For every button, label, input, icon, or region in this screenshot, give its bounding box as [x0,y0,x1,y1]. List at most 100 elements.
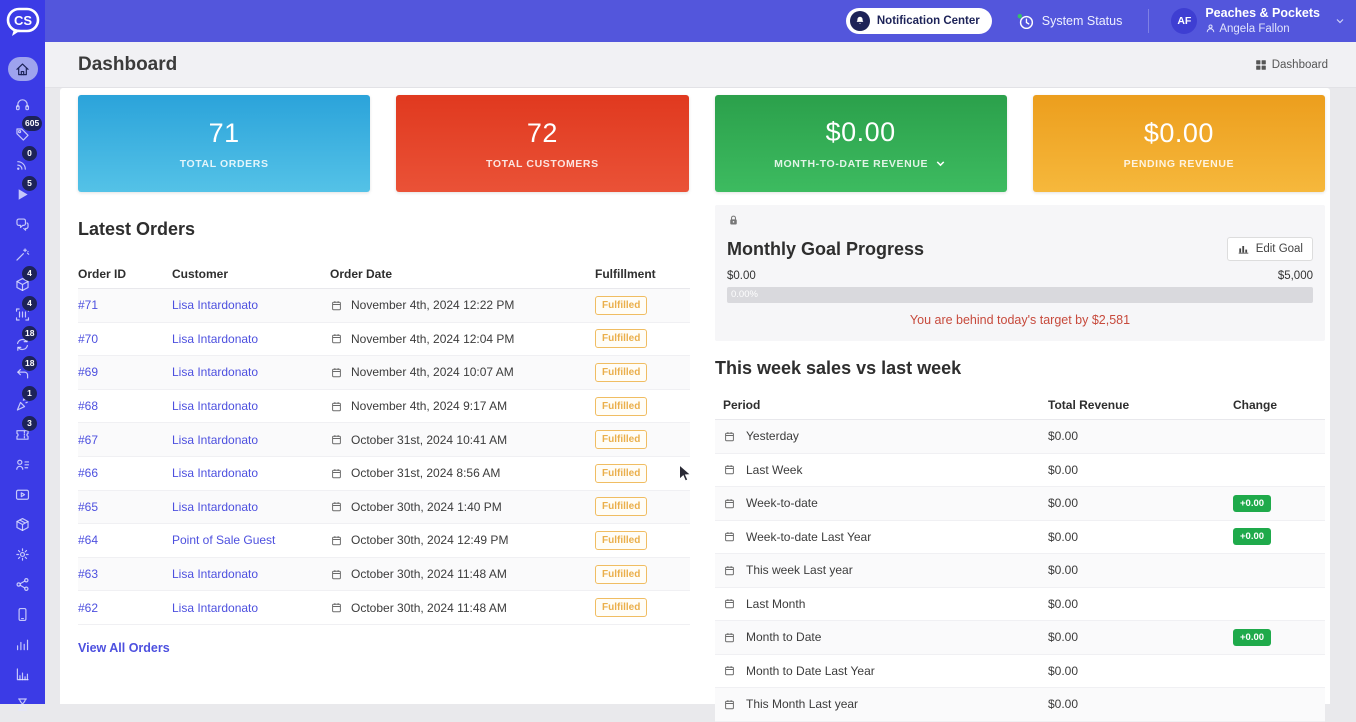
order-row: #63 Lisa Intardonato October 30th, 2024 … [78,558,690,592]
account-menu[interactable]: AF Peaches & Pockets Angela Fallon [1171,6,1346,36]
calendar-icon [723,631,736,644]
revenue-value: $0.00 [1048,630,1233,644]
sidebar-item-return-arrow[interactable]: 18 [0,359,45,389]
col-change: Change [1233,398,1325,412]
app-logo[interactable]: CS [5,7,41,39]
customer-link[interactable]: Lisa Intardonato [172,399,258,413]
customer-link[interactable]: Lisa Intardonato [172,500,258,514]
order-id-link[interactable]: #71 [78,298,98,312]
sidebar-item-home[interactable] [0,52,45,86]
stat-label: TOTAL CUSTOMERS [486,158,599,170]
sidebar-item-chart-axis[interactable] [0,659,45,689]
sidebar-item-broadcast[interactable]: 0 [0,149,45,179]
stat-value: 71 [209,118,240,149]
order-id-link[interactable]: #63 [78,567,98,581]
stat-value: $0.00 [826,117,896,148]
customer-link[interactable]: Lisa Intardonato [172,466,258,480]
order-date: October 30th, 2024 11:48 AM [351,601,507,615]
sidebar-badge: 3 [22,416,37,431]
gear-icon [14,546,31,563]
sales-row: Week-to-date $0.00 +0.00 [715,487,1325,521]
revenue-value: $0.00 [1048,429,1233,443]
headset-icon [14,96,31,113]
magic-wand-icon [14,246,31,263]
order-id-link[interactable]: #69 [78,365,98,379]
sidebar-item-barcode-scan[interactable]: 4 [0,299,45,329]
order-id-link[interactable]: #70 [78,332,98,346]
topbar: Notification Center System Status AF Pea… [45,0,1356,42]
notification-center-button[interactable]: Notification Center [846,8,992,34]
edit-goal-button[interactable]: Edit Goal [1227,237,1313,261]
order-row: #69 Lisa Intardonato November 4th, 2024 … [78,356,690,390]
order-id-link[interactable]: #68 [78,399,98,413]
sales-row: Month to Date $0.00 +0.00 [715,621,1325,655]
order-row: #67 Lisa Intardonato October 31st, 2024 … [78,423,690,457]
sidebar-item-gear[interactable] [0,539,45,569]
sidebar-item-hourglass[interactable] [0,689,45,719]
sales-row: Last Week $0.00 [715,454,1325,488]
bar-chart-icon [1237,243,1250,255]
order-id-link[interactable]: #64 [78,533,98,547]
fulfillment-badge: Fulfilled [595,531,647,550]
calendar-icon [723,698,736,711]
stat-value: 72 [527,118,558,149]
revenue-value: $0.00 [1048,597,1233,611]
stat-label: PENDING REVENUE [1124,158,1235,170]
order-date: November 4th, 2024 12:22 PM [351,298,514,312]
customer-link[interactable]: Lisa Intardonato [172,332,258,346]
sidebar-item-tag[interactable]: 605 [0,119,45,149]
sidebar-item-party[interactable]: 1 [0,389,45,419]
sidebar-item-chat[interactable] [0,209,45,239]
sidebar-item-box[interactable]: 4 [0,269,45,299]
fulfillment-badge: Fulfilled [595,430,647,449]
contacts-icon [14,456,31,473]
home-icon [14,61,31,78]
breadcrumb[interactable]: Dashboard [1255,59,1328,71]
monthly-goal-section: Monthly Goal Progress Edit Goal $0.00 $5… [715,205,1325,341]
order-id-link[interactable]: #65 [78,500,98,514]
goal-min: $0.00 [727,270,756,282]
calendar-icon [723,597,736,610]
orders-table-header: Order ID Customer Order Date Fulfillment [78,259,690,289]
sidebar-item-contacts[interactable] [0,449,45,479]
sidebar-item-magic-wand[interactable] [0,239,45,269]
order-id-link[interactable]: #62 [78,601,98,615]
sidebar-item-package[interactable] [0,509,45,539]
sales-row: Month to Date Last Year $0.00 [715,655,1325,689]
sidebar-item-play[interactable]: 5 [0,179,45,209]
stat-label: MONTH-TO-DATE REVENUE [774,158,928,170]
order-id-link[interactable]: #67 [78,433,98,447]
col-fulfillment: Fulfillment [595,267,690,281]
customer-link[interactable]: Point of Sale Guest [172,533,275,547]
col-total-revenue: Total Revenue [1048,398,1233,412]
system-status-button[interactable]: System Status [1016,12,1123,31]
customer-link[interactable]: Lisa Intardonato [172,567,258,581]
col-customer: Customer [172,267,330,281]
fulfillment-badge: Fulfilled [595,598,647,617]
col-period: Period [723,398,1048,412]
sidebar-item-mobile[interactable] [0,599,45,629]
customer-link[interactable]: Lisa Intardonato [172,298,258,312]
period-label: Week-to-date Last Year [746,530,871,544]
customer-link[interactable]: Lisa Intardonato [172,601,258,615]
view-all-orders-link[interactable]: View All Orders [78,641,170,655]
revenue-value: $0.00 [1048,697,1233,711]
sidebar-item-sync[interactable]: 18 [0,329,45,359]
sidebar-item-video[interactable] [0,479,45,509]
sidebar-item-headset[interactable] [0,89,45,119]
company-name: Peaches & Pockets [1205,6,1320,22]
calendar-icon [330,467,343,480]
latest-orders-title: Latest Orders [78,219,690,240]
customer-link[interactable]: Lisa Intardonato [172,433,258,447]
sidebar-badge: 1 [22,386,37,401]
calendar-icon [330,534,343,547]
sidebar: CS 605 0 5 4 4 18 [0,0,45,704]
calendar-icon [723,664,736,677]
stat-card[interactable]: $0.00 MONTH-TO-DATE REVENUE [715,95,1007,192]
order-id-link[interactable]: #66 [78,466,98,480]
customer-link[interactable]: Lisa Intardonato [172,365,258,379]
sidebar-item-ticket[interactable]: 3 [0,419,45,449]
sidebar-item-chart-bars[interactable] [0,629,45,659]
order-row: #64 Point of Sale Guest October 30th, 20… [78,524,690,558]
sidebar-item-share[interactable] [0,569,45,599]
